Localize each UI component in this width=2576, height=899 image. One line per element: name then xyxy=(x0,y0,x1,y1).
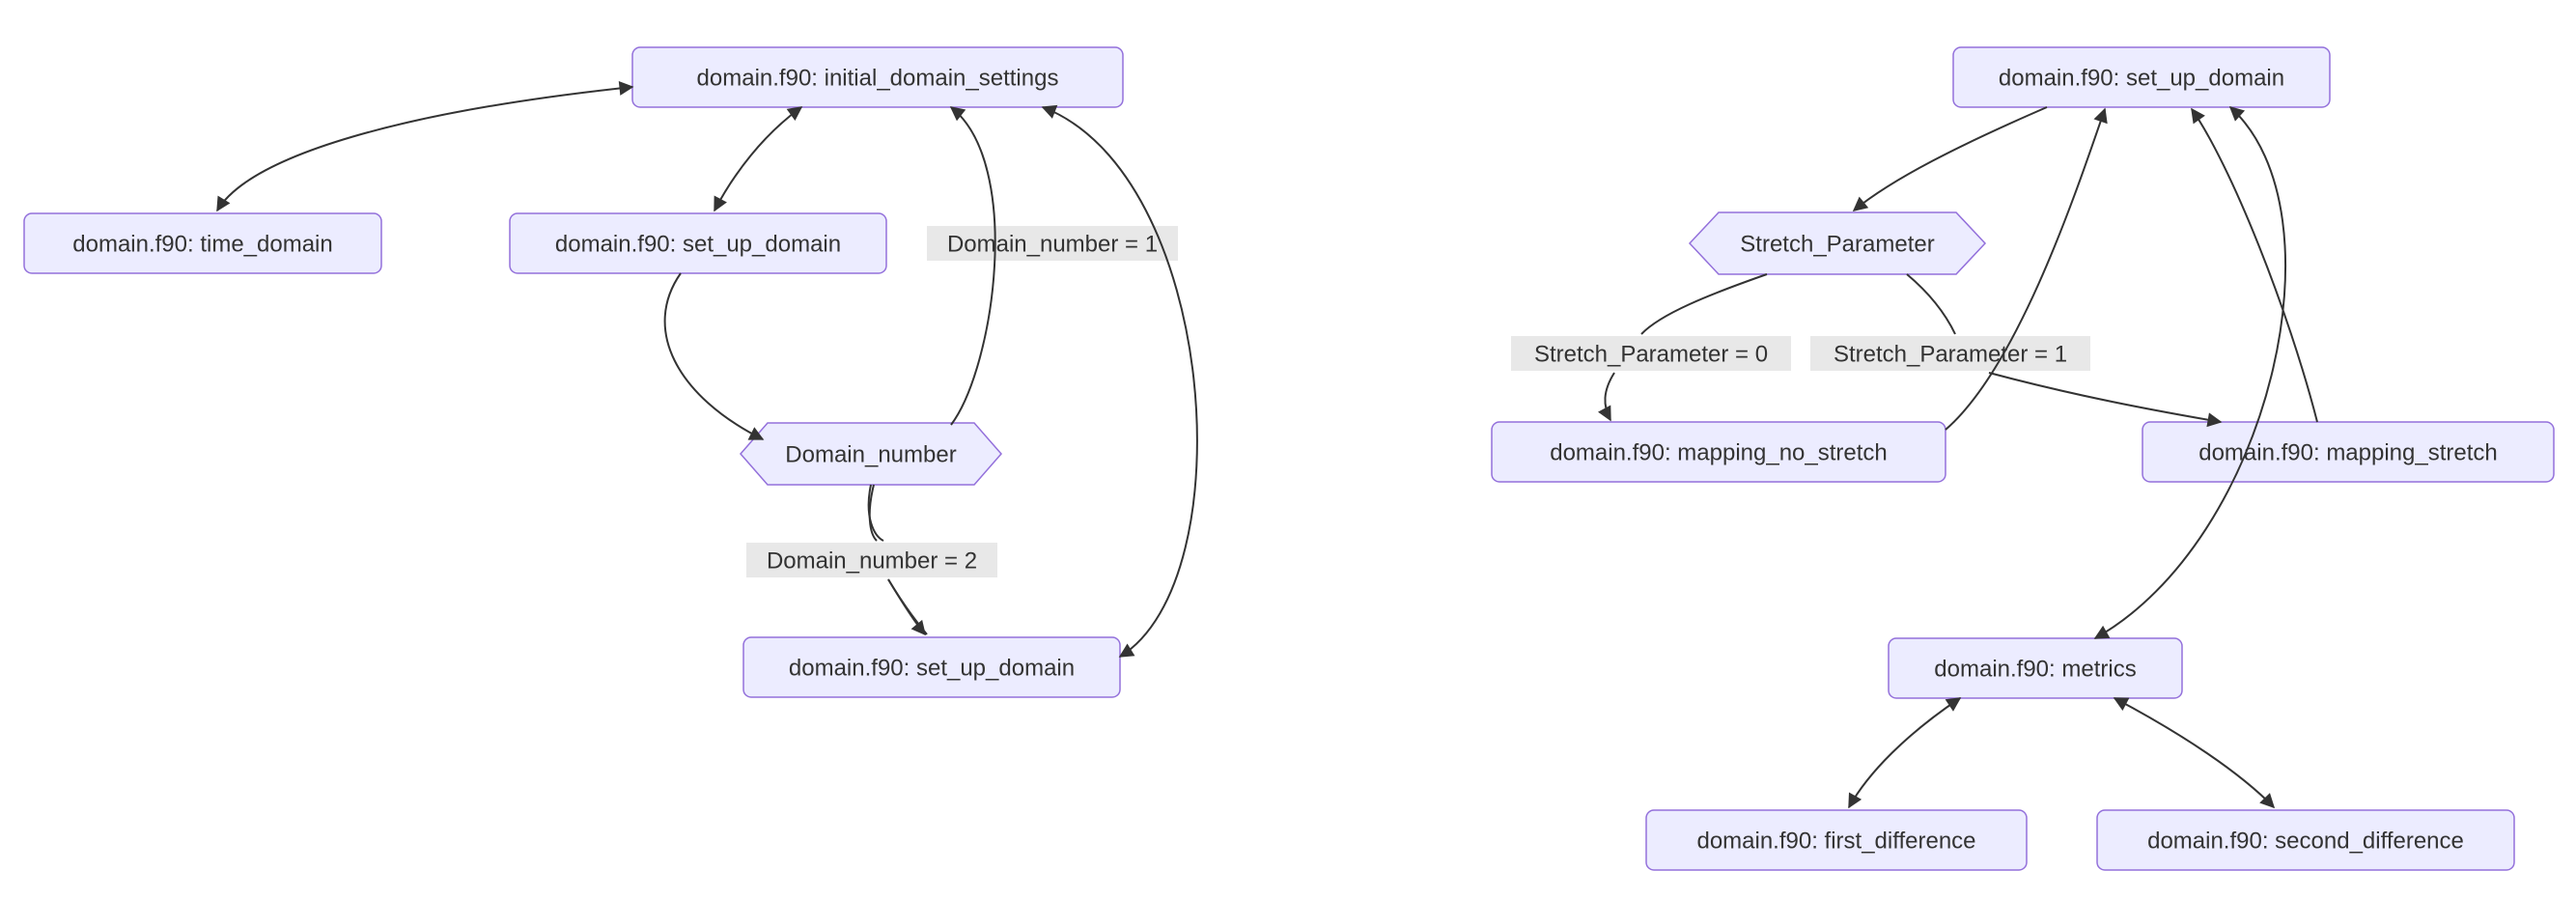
node-set-up-domain-1-label: domain.f90: set_up_domain xyxy=(555,231,841,257)
edge-decision-initial xyxy=(951,107,995,425)
edge-initial-time xyxy=(217,87,632,211)
node-domain-number-decision-label: Domain_number xyxy=(785,441,956,467)
node-mapping-no-stretch-label: domain.f90: mapping_no_stretch xyxy=(1550,439,1888,465)
node-stretch-decision-label: Stretch_Parameter xyxy=(1740,231,1934,257)
edge-r-setup-decision xyxy=(1854,107,2047,211)
node-second-difference-label: domain.f90: second_difference xyxy=(2147,828,2464,854)
edge-label-dn2: Domain_number = 2 xyxy=(767,548,977,574)
flowchart-diagram: domain.f90: initial_domain_settings doma… xyxy=(0,0,2576,899)
edge-setup1-decision xyxy=(665,273,763,439)
edge-metrics-first xyxy=(1849,698,1960,807)
edge-label-p1: Stretch_Parameter = 1 xyxy=(1834,341,2067,367)
edge-label-p0: Stretch_Parameter = 0 xyxy=(1534,341,1768,367)
edge-label-dn1: Domain_number = 1 xyxy=(947,231,1158,257)
node-first-difference-label: domain.f90: first_difference xyxy=(1696,828,1975,854)
edge-initial-setup1 xyxy=(714,107,801,211)
edge-decision-stretch-a xyxy=(1907,274,1955,334)
edge-decision-nostretch-a xyxy=(1641,274,1767,334)
edge-decision-nostretch-b xyxy=(1605,373,1614,420)
node-mapping-stretch-label: domain.f90: mapping_stretch xyxy=(2198,439,2498,465)
node-time-domain-label: domain.f90: time_domain xyxy=(72,231,332,257)
node-r-set-up-domain-label: domain.f90: set_up_domain xyxy=(1999,65,2284,91)
edge-setup-metrics xyxy=(2095,107,2285,638)
edge-metrics-second xyxy=(2114,698,2274,807)
edge-stretch-setup xyxy=(2192,109,2317,422)
node-set-up-domain-2-label: domain.f90: set_up_domain xyxy=(789,655,1075,681)
edge-setup2-initial xyxy=(1043,107,1197,657)
node-metrics-label: domain.f90: metrics xyxy=(1934,656,2136,682)
edge-decision-stretch-b xyxy=(1989,373,2221,422)
node-initial-domain-settings-label: domain.f90: initial_domain_settings xyxy=(697,65,1059,91)
